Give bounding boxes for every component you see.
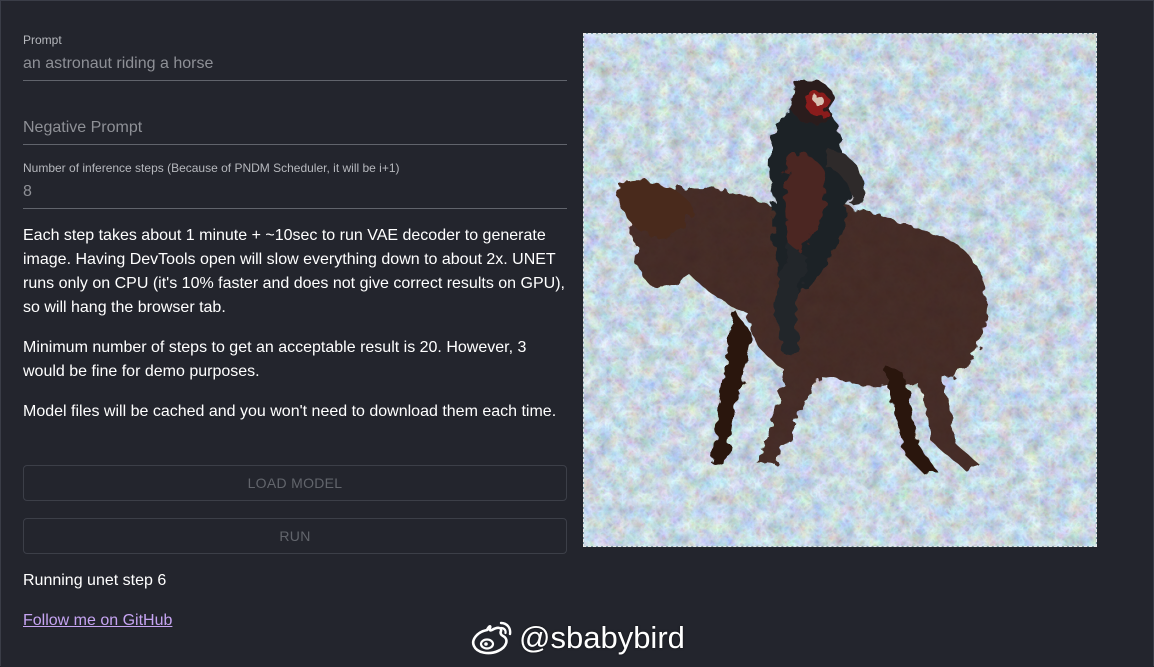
description-min-steps: Minimum number of steps to get an accept… xyxy=(23,339,527,380)
negative-prompt-placeholder[interactable]: Negative Prompt xyxy=(23,119,142,137)
description-caching: Model files will be cached and you won't… xyxy=(23,403,557,420)
status-text: Running unet step 6 xyxy=(23,572,167,589)
github-link[interactable]: Follow me on GitHub xyxy=(23,612,172,630)
load-model-button[interactable]: LOAD MODEL xyxy=(23,465,567,501)
watermark-text: @sbabybird xyxy=(519,620,685,655)
astronaut-on-horse-image xyxy=(584,34,1096,546)
weibo-icon xyxy=(471,621,512,655)
prompt-field[interactable]: Prompt an astronaut riding a horse xyxy=(23,30,567,81)
inference-steps-value[interactable]: 8 xyxy=(23,183,32,201)
watermark: @sbabybird xyxy=(469,618,685,658)
description-timing: Each step takes about 1 minute + ~10sec … xyxy=(23,227,565,316)
negative-prompt-field[interactable]: Negative Prompt xyxy=(23,100,567,145)
prompt-input-value[interactable]: an astronaut riding a horse xyxy=(23,55,213,73)
prompt-label: Prompt xyxy=(23,33,62,47)
generated-image xyxy=(583,33,1097,547)
inference-steps-label: Number of inference steps (Because of PN… xyxy=(23,161,400,175)
inference-steps-field[interactable]: Number of inference steps (Because of PN… xyxy=(23,158,567,209)
run-button[interactable]: RUN xyxy=(23,518,567,554)
